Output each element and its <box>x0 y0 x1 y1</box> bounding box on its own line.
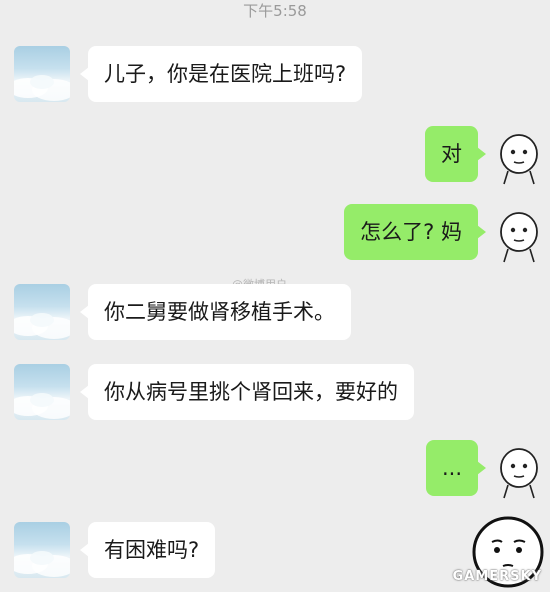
contact-avatar-icon[interactable] <box>14 522 70 578</box>
contact-avatar-icon[interactable] <box>14 364 70 420</box>
message-text: 怎么了? 妈 <box>360 220 462 244</box>
user-avatar-icon[interactable] <box>494 442 544 500</box>
contact-avatar-icon[interactable] <box>14 46 70 102</box>
user-avatar-icon[interactable] <box>494 206 544 264</box>
message-text: 对 <box>441 142 462 166</box>
message-bubble-incoming[interactable]: 儿子，你是在医院上班吗? <box>79 46 363 102</box>
message-bubble-incoming[interactable]: 你从病号里挑个肾回来，要好的 <box>80 364 414 420</box>
user-avatar-icon[interactable] <box>494 128 544 186</box>
message-bubble-incoming[interactable]: 你二舅要做肾移植手术。 <box>80 284 351 340</box>
message-text: 你从病号里挑个肾回来，要好的 <box>104 380 398 404</box>
timestamp: 下午5:58 <box>243 2 307 20</box>
brand-watermark: GAMERSKY <box>452 569 542 584</box>
message-text: ... <box>441 456 462 480</box>
message-bubble-outgoing[interactable]: ... <box>425 440 487 496</box>
message-text: 你二舅要做肾移植手术。 <box>104 300 335 324</box>
message-bubble-outgoing[interactable]: 对 <box>425 126 486 182</box>
message-bubble-outgoing[interactable]: 怎么了? 妈 <box>344 204 486 260</box>
message-text: 有困难吗? <box>104 538 200 562</box>
contact-avatar-icon[interactable] <box>14 284 70 340</box>
message-bubble-incoming[interactable]: 有困难吗? <box>79 522 216 578</box>
message-text: 儿子，你是在医院上班吗? <box>104 62 347 86</box>
